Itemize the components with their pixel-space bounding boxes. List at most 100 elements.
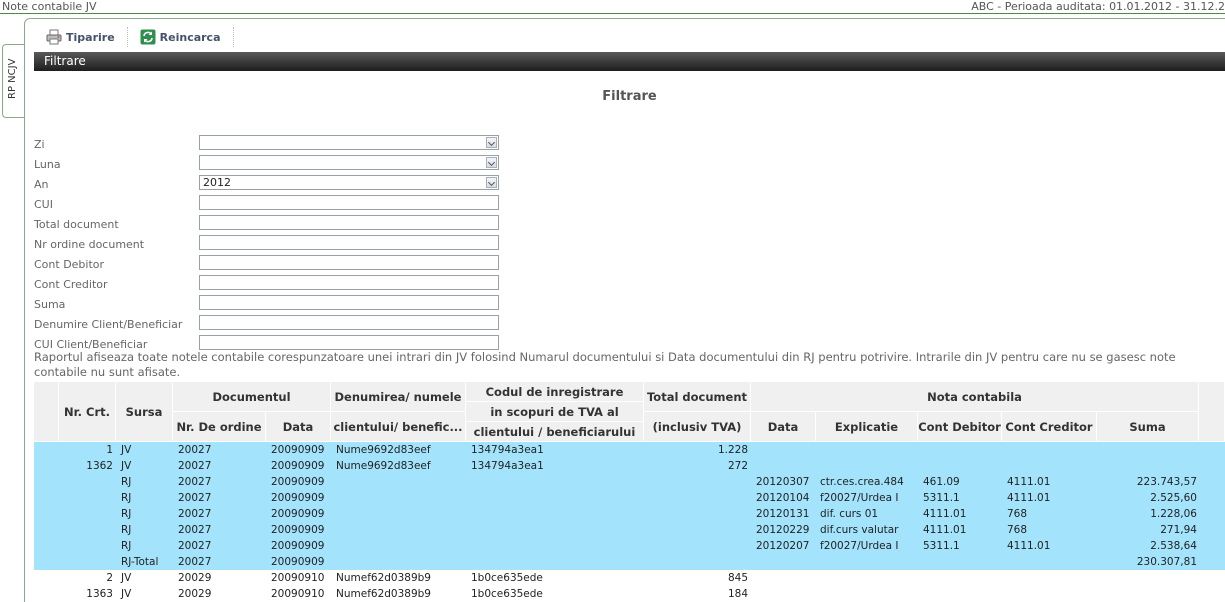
- cell-ordine: 20027: [178, 476, 212, 488]
- col-header-sursa[interactable]: Sursa: [116, 382, 173, 442]
- cell-data: 20090909: [271, 508, 325, 520]
- cell-cred: 4111.01: [1007, 476, 1051, 488]
- reload-label: Reincarca: [159, 30, 221, 44]
- cell-ordine: 20029: [178, 588, 212, 600]
- cell-den: Nume9692d83eef: [336, 460, 431, 472]
- side-tab-label: RP NCJV: [7, 58, 18, 99]
- table-row[interactable]: RJ 20027 20090909 20120104 f20027/Urdea I 531…: [34, 490, 1225, 506]
- cell-sursa: RJ: [121, 492, 132, 504]
- col-group-nota-contabila: Nota contabila: [751, 382, 1199, 412]
- col-header-nr-ordine[interactable]: Nr. De ordine: [173, 412, 266, 442]
- cell-cred: 768: [1007, 524, 1028, 536]
- title-bar: Note contabile JV ABC - Perioada auditat…: [0, 0, 1225, 14]
- table-row[interactable]: RJ 20027 20090909 20120229 dif.curs valutar 4…: [34, 522, 1225, 538]
- cell-cod: 134794a3ea1: [471, 460, 544, 472]
- col-header-cont-debitor[interactable]: Cont Debitor: [918, 412, 1002, 442]
- print-button[interactable]: Tiparire: [36, 27, 128, 47]
- chevron-down-icon[interactable]: [486, 157, 497, 168]
- col-header-extra: [1199, 382, 1225, 442]
- cell-ordine: 20027: [178, 556, 212, 568]
- cell-ordine: 20027: [178, 444, 212, 456]
- section-header-filtrare[interactable]: Filtrare: [34, 52, 1225, 71]
- filter-label: Suma: [34, 298, 66, 311]
- col-header-nota-data[interactable]: Data: [751, 412, 816, 442]
- cell-ordine: 20027: [178, 540, 212, 552]
- filter-input[interactable]: [199, 335, 499, 350]
- cell-total: 845: [727, 572, 748, 584]
- cell-total: 1.228: [717, 444, 748, 456]
- cell-deb: 5311.1: [923, 492, 960, 504]
- cell-nr: 1362: [86, 460, 113, 472]
- cell-data: 20090909: [271, 476, 325, 488]
- filter-input[interactable]: [199, 215, 499, 230]
- col-header-explicatie[interactable]: Explicatie: [816, 412, 918, 442]
- cell-expl: f20027/Urdea I: [820, 540, 899, 552]
- filter-select[interactable]: [199, 155, 499, 170]
- col-header-cod-tva[interactable]: Codul de inregistrare: [466, 382, 644, 402]
- table-row[interactable]: 1 JV 20027 20090909 Nume9692d83eef 134794a3ea…: [34, 442, 1225, 458]
- filter-label: Total document: [34, 218, 119, 231]
- cell-sursa: RJ: [121, 540, 132, 552]
- col-header-denumire[interactable]: Denumirea/ numele: [331, 382, 466, 412]
- cell-expl: f20027/Urdea I: [820, 492, 899, 504]
- col-header-suma[interactable]: Suma: [1097, 412, 1199, 442]
- side-tab-rp-ncjv[interactable]: RP NCJV: [2, 44, 24, 118]
- chevron-down-icon[interactable]: [486, 137, 497, 148]
- table-row[interactable]: 1362 JV 20027 20090909 Nume9692d83eef 134794a…: [34, 458, 1225, 474]
- cell-nr: 1363: [86, 588, 113, 600]
- cell-den: Numef62d0389b9: [336, 572, 431, 584]
- filter-label: Denumire Client/Beneficiar: [34, 318, 183, 331]
- table-row[interactable]: RJ 20027 20090909 20120131 dif. curs 01 4111.…: [34, 506, 1225, 522]
- table-row[interactable]: 2 JV 20029 20090910 Numef62d0389b9 1b0ce635ed…: [34, 570, 1225, 586]
- filter-label: Luna: [34, 158, 61, 171]
- cell-ndata: 20120307: [756, 476, 810, 488]
- filter-input[interactable]: [199, 315, 499, 330]
- filter-value: 2012: [203, 176, 231, 189]
- cell-data: 20090910: [271, 588, 325, 600]
- col-header-total[interactable]: Total document: [644, 382, 751, 412]
- cell-ordine: 20029: [178, 572, 212, 584]
- col-header-cont-creditor[interactable]: Cont Creditor: [1002, 412, 1097, 442]
- cell-nr: 1: [106, 444, 113, 456]
- cell-expl: dif. curs 01: [820, 508, 879, 520]
- filter-input[interactable]: [199, 235, 499, 250]
- filter-input[interactable]: [199, 275, 499, 290]
- cell-suma: 1.228,06: [1150, 508, 1197, 520]
- filter-label: Nr ordine document: [34, 238, 145, 251]
- table-row[interactable]: 1363 JV 20029 20090910 Numef62d0389b9 1b0ce63…: [34, 586, 1225, 602]
- cell-expl: ctr.ces.crea.484: [820, 476, 904, 488]
- cell-ordine: 20027: [178, 508, 212, 520]
- filter-input[interactable]: [199, 295, 499, 310]
- cell-cred: 4111.01: [1007, 492, 1051, 504]
- cell-data: 20090909: [271, 540, 325, 552]
- filter-label: CUI: [34, 198, 53, 211]
- cell-data: 20090909: [271, 492, 325, 504]
- cell-expl: dif.curs valutar: [820, 524, 899, 536]
- cell-ndata: 20120207: [756, 540, 810, 552]
- reload-button[interactable]: Reincarca: [128, 27, 234, 47]
- filter-input[interactable]: [199, 195, 499, 210]
- cell-ordine: 20027: [178, 524, 212, 536]
- cell-ndata: 20120104: [756, 492, 810, 504]
- filter-select[interactable]: [199, 135, 499, 150]
- table-row[interactable]: RJ 20027 20090909 20120207 f20027/Urdea I 531…: [34, 538, 1225, 554]
- cell-suma: 271,94: [1160, 524, 1197, 536]
- refresh-icon: [140, 29, 156, 45]
- filter-input[interactable]: [199, 255, 499, 270]
- cell-sursa: RJ: [121, 524, 132, 536]
- filter-label: Cont Debitor: [34, 258, 105, 271]
- col-header-nr-crt[interactable]: Nr. Crt.: [59, 382, 116, 442]
- col-header-data[interactable]: Data: [266, 412, 331, 442]
- filter-select[interactable]: 2012: [199, 175, 499, 190]
- chevron-down-icon[interactable]: [486, 177, 497, 188]
- table-row[interactable]: RJ-Total 20027 20090909 230.307,81: [34, 554, 1225, 570]
- cell-sursa: RJ-Total: [121, 556, 159, 568]
- cell-suma: 2.525,60: [1150, 492, 1197, 504]
- filter-title: Filtrare: [602, 89, 657, 104]
- cell-ndata: 20120229: [756, 524, 810, 536]
- cell-cred: 768: [1007, 508, 1028, 520]
- title-divider: [0, 13, 1225, 14]
- table-row[interactable]: RJ 20027 20090909 20120307 ctr.ces.crea.484 4…: [34, 474, 1225, 490]
- cell-total: 272: [727, 460, 748, 472]
- cell-cod: 134794a3ea1: [471, 444, 544, 456]
